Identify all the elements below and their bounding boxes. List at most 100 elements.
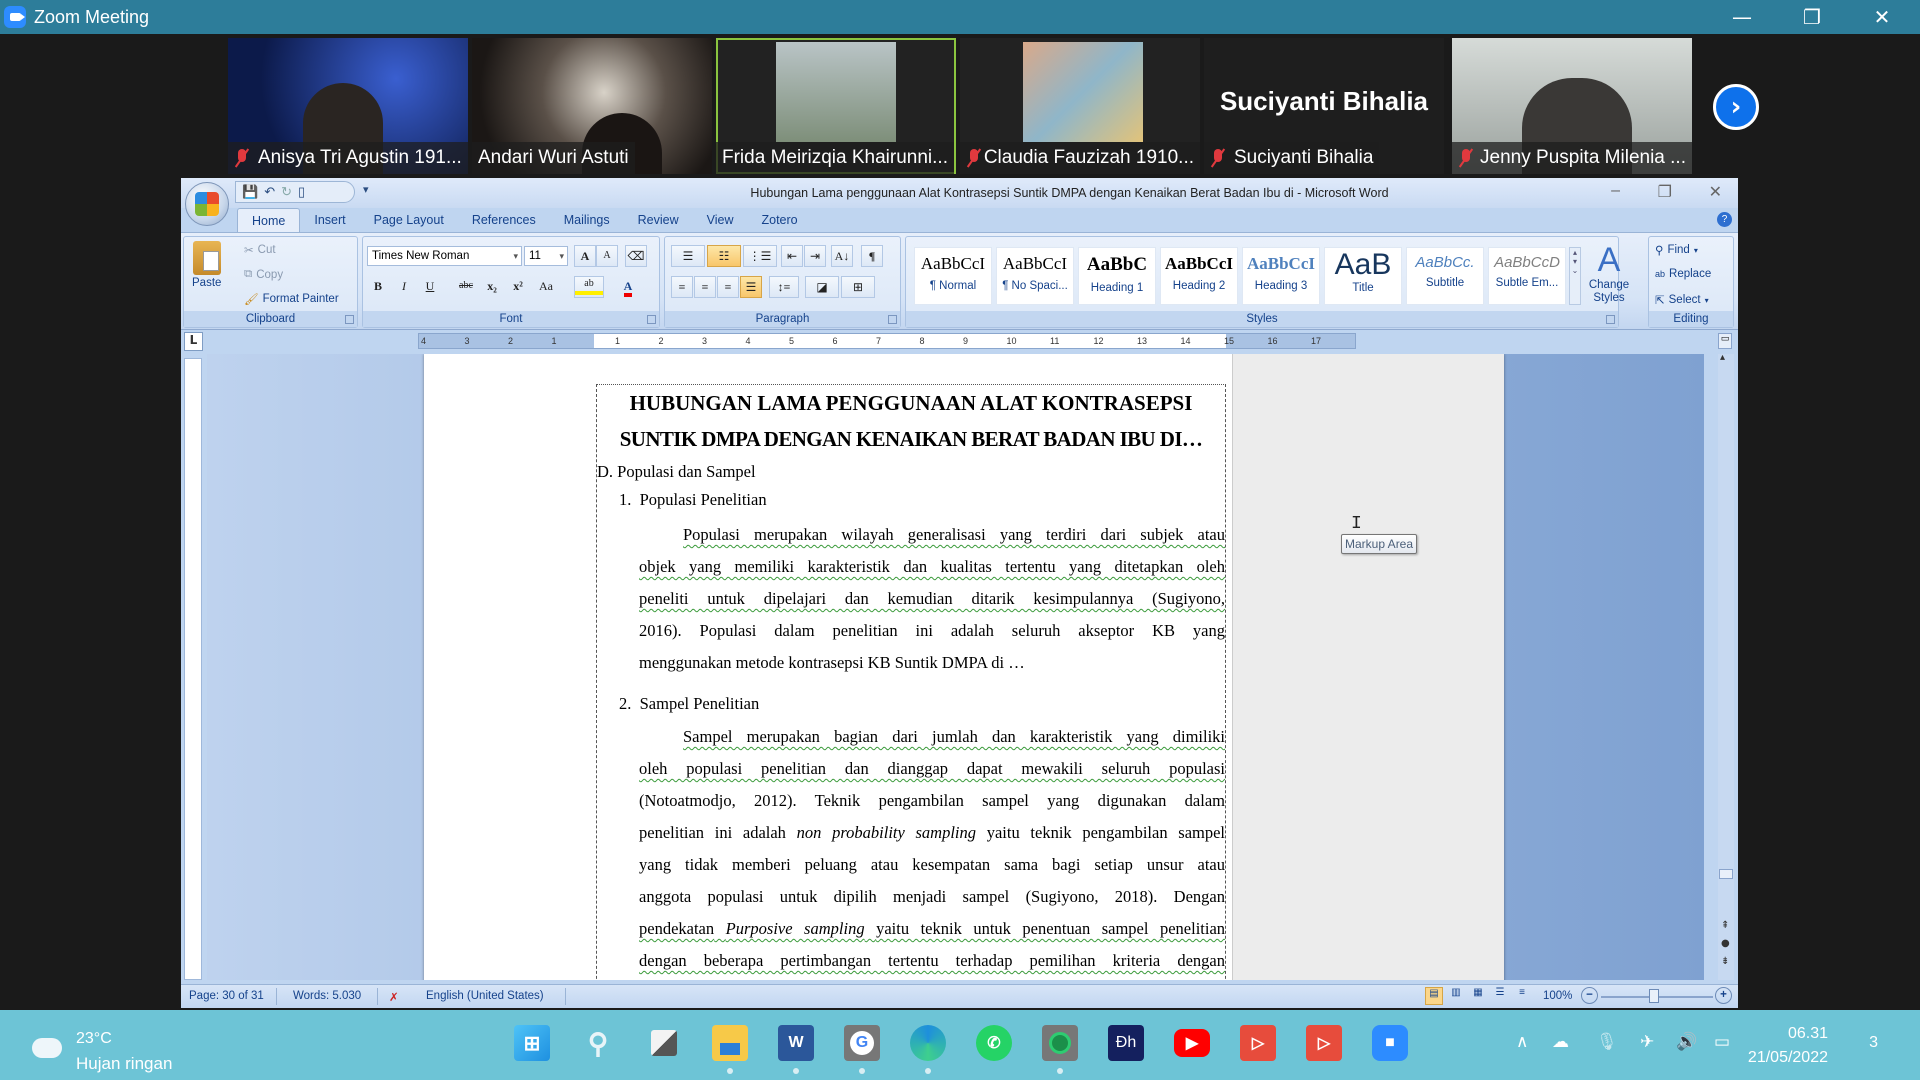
style-title[interactable]: AaB Title bbox=[1324, 247, 1402, 305]
notification-count[interactable]: 3 bbox=[1869, 1034, 1878, 1052]
style-heading-3[interactable]: AaBbCcI Heading 3 bbox=[1242, 247, 1320, 305]
file-explorer-button[interactable] bbox=[712, 1025, 748, 1061]
youtube-taskbar-button[interactable]: ▶ bbox=[1174, 1029, 1210, 1057]
start-button[interactable]: ⊞ bbox=[514, 1025, 550, 1061]
zoom-level[interactable]: 100% bbox=[1543, 990, 1572, 1002]
tab-zotero[interactable]: Zotero bbox=[747, 208, 811, 232]
cut-button[interactable]: ✂ Cut bbox=[244, 243, 276, 257]
markup-area[interactable] bbox=[1232, 354, 1504, 980]
strikethrough-button[interactable]: abc bbox=[455, 276, 477, 298]
word-close-button[interactable]: ✕ bbox=[1709, 182, 1722, 202]
clipboard-dialog-launcher[interactable] bbox=[345, 315, 354, 324]
format-painter-button[interactable]: 🖌 Format Painter bbox=[244, 292, 339, 306]
select-button[interactable]: ⇱ Select ▾ bbox=[1655, 293, 1709, 307]
paste-button[interactable]: Paste bbox=[192, 241, 221, 289]
page-indicator[interactable]: Page: 30 of 31 bbox=[189, 990, 264, 1002]
bold-button[interactable]: B bbox=[367, 276, 389, 298]
participant-tile[interactable]: Anisya Tri Agustin 191... bbox=[228, 38, 468, 174]
style-subtle-emphasis[interactable]: AaBbCcD Subtle Em... bbox=[1488, 247, 1566, 305]
style-heading-1[interactable]: AaBbC Heading 1 bbox=[1078, 247, 1156, 305]
outline-button[interactable]: ☰ bbox=[1491, 987, 1509, 1005]
align-right-button[interactable]: ≡ bbox=[717, 276, 739, 298]
line-spacing-button[interactable]: ↕≡ bbox=[769, 276, 799, 298]
horizontal-ruler[interactable]: 4 3 2 1 1 2 3 4 5 6 7 8 9 10 11 12 13 14 15 16 17 bbox=[418, 333, 1356, 349]
chrome-taskbar-button[interactable]: G bbox=[844, 1025, 880, 1061]
numbering-button[interactable]: ☷ bbox=[707, 245, 741, 267]
proofing-icon[interactable]: ✗ bbox=[389, 990, 399, 1004]
battery-icon[interactable]: ▭ bbox=[1714, 1032, 1730, 1052]
word-minimize-button[interactable]: – bbox=[1611, 182, 1620, 200]
multilevel-list-button[interactable]: ⋮☰ bbox=[743, 245, 777, 267]
restore-button[interactable]: ❐ bbox=[1782, 0, 1842, 34]
tab-references[interactable]: References bbox=[458, 208, 550, 232]
word-count[interactable]: Words: 5.030 bbox=[293, 990, 361, 1002]
participant-tile[interactable]: Jenny Puspita Milenia ... bbox=[1452, 38, 1692, 174]
media-player-taskbar-button[interactable]: ▷ bbox=[1306, 1025, 1342, 1061]
font-size-select[interactable]: 11 bbox=[524, 246, 568, 266]
participant-tile[interactable]: Andari Wuri Astuti bbox=[472, 38, 712, 174]
decrease-indent-button[interactable]: ⇤ bbox=[781, 245, 803, 267]
language-indicator[interactable]: English (United States) bbox=[426, 990, 544, 1002]
tab-insert[interactable]: Insert bbox=[300, 208, 359, 232]
app-taskbar-button[interactable] bbox=[1042, 1025, 1078, 1061]
font-dialog-launcher[interactable] bbox=[647, 315, 656, 324]
grow-font-button[interactable]: A bbox=[574, 245, 596, 267]
subscript-button[interactable]: x₂ bbox=[481, 276, 503, 298]
change-case-button[interactable]: Aa bbox=[535, 276, 557, 298]
italic-button[interactable]: I bbox=[393, 276, 415, 298]
find-button[interactable]: ⚲ Find ▾ bbox=[1655, 243, 1698, 257]
search-button[interactable]: ⚲ bbox=[580, 1025, 616, 1061]
view-ruler-button[interactable]: ▭ bbox=[1718, 333, 1732, 349]
microphone-icon[interactable]: 🎙 bbox=[1596, 1032, 1618, 1052]
scrollbar-thumb[interactable] bbox=[1719, 869, 1733, 879]
shrink-font-button[interactable]: A bbox=[596, 245, 618, 267]
onedrive-icon[interactable]: ☁ bbox=[1552, 1032, 1569, 1052]
print-layout-button[interactable]: ▤ bbox=[1425, 987, 1443, 1005]
zoom-in-button[interactable]: + bbox=[1715, 987, 1732, 1004]
minimize-button[interactable]: — bbox=[1712, 0, 1772, 34]
whatsapp-taskbar-button[interactable]: ✆ bbox=[976, 1025, 1012, 1061]
font-color-button[interactable]: A bbox=[613, 276, 643, 298]
volume-icon[interactable]: 🔊 bbox=[1676, 1032, 1697, 1052]
vertical-scrollbar[interactable]: ▴ ⇞ ● ⇟ bbox=[1718, 352, 1734, 980]
zoom-taskbar-button[interactable]: ■ bbox=[1372, 1025, 1408, 1061]
style-normal[interactable]: AaBbCcI ¶ Normal bbox=[914, 247, 992, 305]
help-icon[interactable]: ? bbox=[1717, 212, 1732, 227]
zoom-out-button[interactable]: − bbox=[1581, 987, 1598, 1004]
media-player-taskbar-button[interactable]: ▷ bbox=[1240, 1025, 1276, 1061]
underline-button[interactable]: U bbox=[419, 276, 441, 298]
styles-dialog-launcher[interactable] bbox=[1606, 315, 1615, 324]
airplane-mode-icon[interactable]: ✈ bbox=[1640, 1032, 1654, 1052]
font-family-select[interactable]: Times New Roman bbox=[367, 246, 522, 266]
full-screen-reading-button[interactable]: ▥ bbox=[1447, 987, 1465, 1005]
next-participants-button[interactable]: › bbox=[1713, 84, 1759, 130]
shading-button[interactable]: ◪ bbox=[805, 276, 839, 298]
participant-tile-active-speaker[interactable]: Frida Meirizqia Khairunni... bbox=[716, 38, 956, 174]
borders-button[interactable]: ⊞ bbox=[841, 276, 875, 298]
styles-gallery-scroll[interactable]: ▴ ▾ ⌄ bbox=[1569, 247, 1581, 305]
participant-tile[interactable]: Suciyanti Bihalia Suciyanti Bihalia bbox=[1204, 38, 1444, 174]
clear-formatting-button[interactable]: ⌫ bbox=[625, 245, 647, 267]
edge-taskbar-button[interactable] bbox=[910, 1025, 946, 1061]
tab-home[interactable]: Home bbox=[237, 208, 301, 232]
justify-button[interactable]: ☰ bbox=[740, 276, 762, 298]
sort-button[interactable]: A↓ bbox=[831, 245, 853, 267]
next-page-icon[interactable]: ⇟ bbox=[1721, 956, 1729, 967]
task-view-button[interactable] bbox=[646, 1025, 682, 1061]
zoom-slider-thumb[interactable] bbox=[1649, 989, 1659, 1003]
clock[interactable]: 06.31 21/05/2022 bbox=[1748, 1022, 1828, 1070]
show-hidden-icons[interactable]: ∧ bbox=[1516, 1032, 1528, 1052]
align-center-button[interactable]: ≡ bbox=[694, 276, 716, 298]
hotstar-taskbar-button[interactable]: Ɖh bbox=[1108, 1025, 1144, 1061]
word-taskbar-button[interactable]: W bbox=[778, 1025, 814, 1061]
tab-view[interactable]: View bbox=[693, 208, 748, 232]
previous-page-icon[interactable]: ⇞ bbox=[1721, 920, 1729, 931]
copy-button[interactable]: ⧉ Copy bbox=[244, 268, 283, 281]
office-button[interactable] bbox=[185, 182, 229, 226]
tab-selector[interactable]: L bbox=[184, 332, 203, 351]
vertical-ruler[interactable] bbox=[184, 358, 202, 980]
draft-button[interactable]: ≡ bbox=[1513, 987, 1531, 1005]
show-formatting-button[interactable]: ¶ bbox=[861, 245, 883, 267]
tab-mailings[interactable]: Mailings bbox=[550, 208, 624, 232]
replace-button[interactable]: ab Replace bbox=[1655, 268, 1711, 280]
